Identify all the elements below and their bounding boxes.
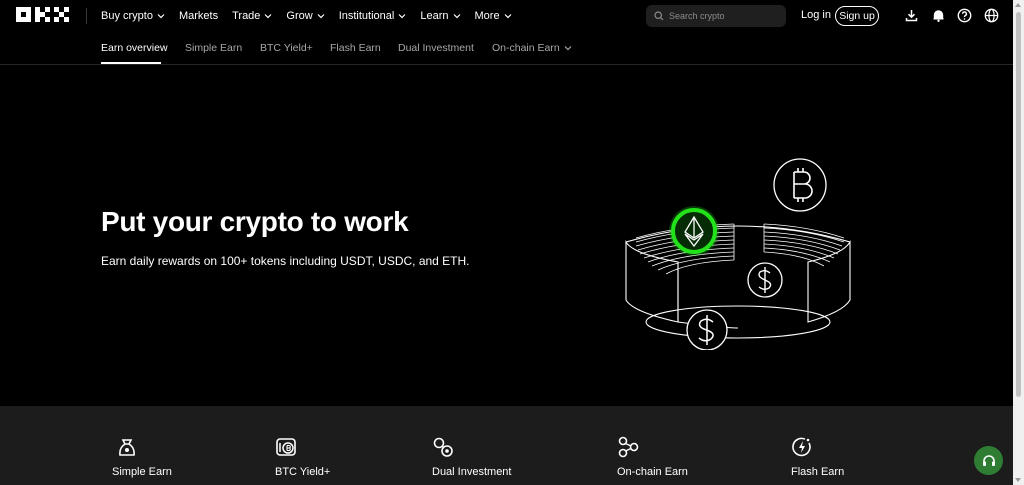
earn-illustration [625, 158, 851, 350]
okx-logo[interactable] [16, 7, 70, 24]
product-on-chain-earn[interactable]: On-chain Earn [617, 436, 688, 478]
earn-subnav: Earn overview Simple Earn BTC Yield+ Fla… [0, 32, 1013, 65]
support-chat-button[interactable] [974, 446, 1003, 475]
chevron-down-icon [264, 14, 272, 19]
product-label: BTC Yield+ [275, 466, 331, 478]
search-placeholder: Search crypto [669, 11, 725, 21]
product-dual-investment[interactable]: Dual Investment [432, 436, 511, 478]
menu-buy-crypto[interactable]: Buy crypto [101, 10, 165, 22]
product-label: On-chain Earn [617, 466, 688, 478]
chevron-down-icon [453, 14, 460, 19]
menu-institutional[interactable]: Institutional [339, 10, 407, 22]
tab-simple-earn[interactable]: Simple Earn [185, 42, 242, 54]
menu-label: Buy crypto [101, 10, 153, 22]
menu-label: Markets [178, 10, 219, 22]
product-simple-earn[interactable]: Simple Earn [112, 436, 172, 478]
menu-markets[interactable]: Markets [179, 10, 218, 22]
menu-label: More [474, 10, 500, 22]
search-icon [654, 11, 664, 21]
menu-label: Learn [420, 10, 449, 22]
bell-icon[interactable] [931, 8, 946, 23]
products-band: Simple Earn BTC Yield+ Dual Investment O… [0, 406, 1013, 485]
product-label: Simple Earn [112, 466, 172, 478]
chevron-down-icon [317, 14, 325, 19]
menu-more[interactable]: More [475, 10, 512, 22]
tab-flash-earn[interactable]: Flash Earn [330, 42, 381, 54]
page-scrollbar[interactable] [1013, 0, 1024, 485]
globe-icon[interactable] [984, 8, 999, 23]
menu-trade[interactable]: Trade [232, 10, 272, 22]
menu-label: Grow [286, 10, 313, 22]
tab-on-chain-earn[interactable]: On-chain Earn [492, 42, 572, 54]
chevron-down-icon [504, 14, 511, 19]
tab-btc-yield[interactable]: BTC Yield+ [260, 42, 313, 54]
chevron-down-icon [398, 14, 406, 19]
tab-earn-overview[interactable]: Earn overview [101, 42, 168, 54]
hero-title: Put your crypto to work [101, 206, 409, 237]
top-navigation: Buy crypto Markets Trade Grow Institutio… [0, 0, 1013, 32]
product-flash-earn[interactable]: Flash Earn [791, 436, 844, 478]
product-label: Flash Earn [791, 466, 845, 478]
help-icon[interactable] [957, 8, 972, 23]
headset-icon [982, 454, 995, 466]
menu-learn[interactable]: Learn [420, 10, 460, 22]
menu-grow[interactable]: Grow [286, 10, 325, 22]
nav-divider [86, 8, 87, 24]
money-bag-icon [119, 439, 135, 456]
scrollbar-thumb[interactable] [1016, 12, 1021, 397]
product-label: Dual Investment [432, 466, 512, 478]
scroll-down-arrow[interactable] [1015, 478, 1021, 482]
menu-label: Institutional [338, 10, 395, 22]
tab-dual-investment[interactable]: Dual Investment [398, 42, 474, 54]
tab-label: On-chain Earn [492, 42, 560, 54]
on-chain-icon [618, 436, 639, 458]
menu-label: Trade [232, 10, 261, 22]
search-input[interactable]: Search crypto [646, 5, 786, 27]
btc-yield-icon [276, 438, 296, 456]
active-tab-indicator [101, 62, 161, 64]
hero-subtitle: Earn daily rewards on 100+ tokens includ… [101, 254, 470, 268]
chevron-down-icon [157, 14, 165, 19]
login-link[interactable]: Log in [801, 9, 831, 21]
scroll-up-arrow[interactable] [1015, 3, 1021, 7]
product-btc-yield[interactable]: BTC Yield+ [275, 436, 330, 478]
dual-investment-icon [433, 437, 453, 457]
flash-icon [792, 437, 811, 457]
main-menu: Buy crypto Markets Trade Grow Institutio… [101, 0, 512, 32]
signup-button[interactable]: Sign up [835, 6, 879, 26]
download-icon[interactable] [904, 8, 919, 23]
chevron-down-icon [564, 46, 572, 51]
